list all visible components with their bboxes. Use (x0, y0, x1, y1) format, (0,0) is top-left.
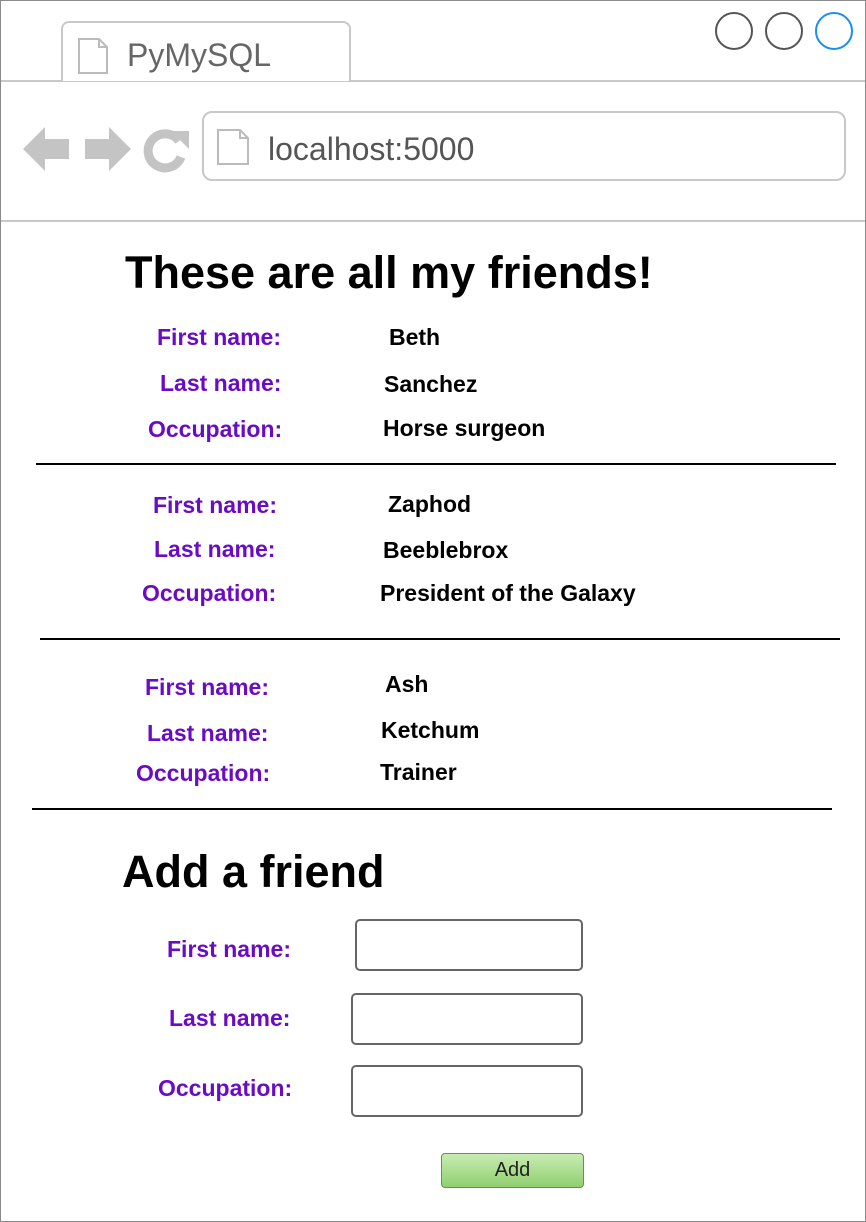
friend-divider (40, 638, 840, 640)
first-name-value: Zaphod (388, 491, 472, 517)
add-button[interactable]: Add (441, 1153, 584, 1188)
page-title: These are all my friends! (125, 247, 653, 298)
forward-arrow-icon[interactable] (83, 125, 131, 178)
page-icon (216, 128, 250, 171)
browser-tab[interactable]: PyMySQL (61, 21, 351, 81)
first-name-label: First name: (157, 324, 281, 350)
occupation-value: President of the Galaxy (380, 580, 636, 606)
tab-title: PyMySQL (127, 37, 272, 73)
last-name-value: Ketchum (381, 717, 480, 743)
occupation-label: Occupation: (142, 580, 277, 606)
url-text: localhost:5000 (268, 131, 475, 167)
toolbar-divider (1, 220, 865, 222)
add-friend-heading: Add a friend (122, 846, 385, 897)
first-name-label: First name: (153, 492, 277, 518)
friend-divider (36, 463, 836, 465)
last-name-label: Last name: (169, 1005, 291, 1031)
first-name-value: Beth (389, 324, 441, 350)
last-name-label: Last name: (147, 720, 269, 746)
occupation-value: Horse surgeon (383, 415, 546, 441)
browser-window: PyMySQL localhost:5000 These are all my … (0, 0, 866, 1222)
last-name-value: Sanchez (384, 371, 478, 397)
address-bar[interactable]: localhost:5000 (202, 111, 846, 181)
first-name-label: First name: (167, 936, 291, 962)
page-icon (77, 37, 109, 80)
window-button[interactable] (715, 12, 753, 50)
friend-divider (32, 808, 832, 810)
last-name-input[interactable] (351, 993, 583, 1045)
occupation-label: Occupation: (158, 1075, 293, 1101)
first-name-input[interactable] (355, 919, 583, 971)
occupation-value: Trainer (380, 759, 457, 785)
first-name-label: First name: (145, 674, 269, 700)
occupation-input[interactable] (351, 1065, 583, 1117)
window-button[interactable] (815, 12, 853, 50)
occupation-label: Occupation: (136, 760, 271, 786)
last-name-label: Last name: (154, 536, 276, 562)
back-arrow-icon[interactable] (23, 125, 71, 178)
first-name-value: Ash (385, 671, 429, 697)
reload-icon[interactable] (143, 127, 189, 178)
last-name-label: Last name: (160, 370, 282, 396)
occupation-label: Occupation: (148, 416, 283, 442)
last-name-value: Beeblebrox (383, 537, 509, 563)
window-button[interactable] (765, 12, 803, 50)
